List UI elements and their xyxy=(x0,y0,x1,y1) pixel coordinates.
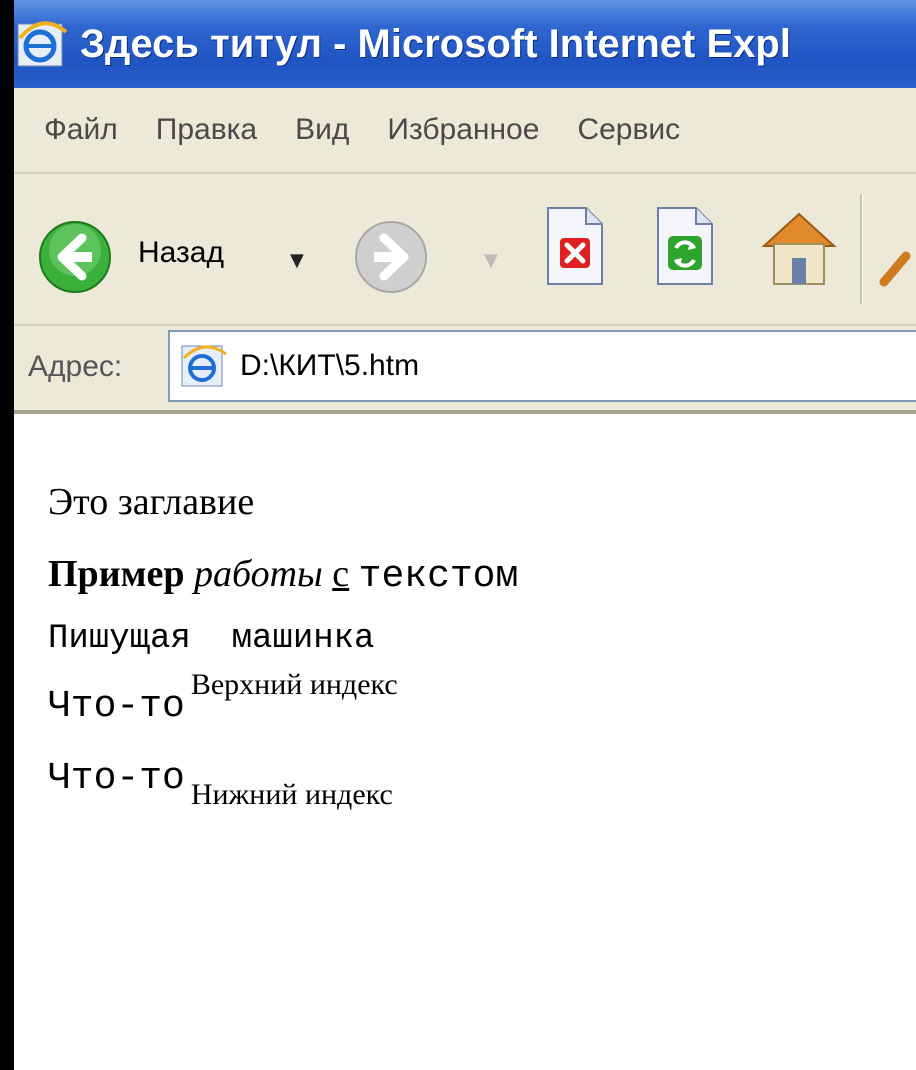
page-icon xyxy=(180,342,228,390)
internet-explorer-icon xyxy=(16,18,68,70)
superscript-text: Верхний индекс xyxy=(190,668,398,701)
superscript-line: Что-тоВерхний индекс xyxy=(48,668,398,728)
window-title: Здесь титул - Microsoft Internet Expl xyxy=(80,21,791,66)
menu-bar: Файл Правка Вид Избранное Сервис xyxy=(14,88,916,174)
forward-icon[interactable] xyxy=(354,220,428,294)
monospace-text: текстом xyxy=(358,555,519,598)
stop-icon[interactable] xyxy=(544,204,606,288)
subscript-text: Нижний индекс xyxy=(190,778,393,811)
menu-favorites[interactable]: Избранное xyxy=(387,113,539,147)
toolbar: Назад ▼ ▼ xyxy=(14,174,916,326)
address-label: Адрес: xyxy=(28,350,123,383)
address-field[interactable]: D:\КИТ\5.htm xyxy=(168,330,916,402)
formatted-text-line: Пример работы с текстом xyxy=(48,552,518,598)
back-button-label[interactable]: Назад xyxy=(138,236,224,270)
sup-base-text: Что-то xyxy=(48,685,185,728)
subscript-line: Что-то Нижний индекс xyxy=(48,754,393,811)
sub-base-text: Что-то xyxy=(48,757,185,800)
underline-text: с xyxy=(332,553,350,595)
menu-edit[interactable]: Правка xyxy=(156,113,257,147)
bold-text: Пример xyxy=(48,553,185,595)
typewriter-text: Пишущая машинка xyxy=(48,620,375,658)
menu-view[interactable]: Вид xyxy=(295,113,349,147)
home-icon[interactable] xyxy=(754,202,844,292)
browser-window: Здесь титул - Microsoft Internet Expl Фа… xyxy=(14,0,916,1070)
address-value[interactable]: D:\КИТ\5.htm xyxy=(240,349,419,383)
title-bar[interactable]: Здесь титул - Microsoft Internet Expl xyxy=(14,0,916,88)
menu-tools[interactable]: Сервис xyxy=(577,113,680,147)
toolbar-separator xyxy=(860,194,863,304)
back-icon[interactable] xyxy=(38,220,112,294)
search-icon[interactable] xyxy=(876,210,916,290)
menu-file[interactable]: Файл xyxy=(44,113,118,147)
page-heading: Это заглавие xyxy=(48,481,255,523)
page-content: Это заглавие Пример работы с текстом Пиш… xyxy=(14,414,916,1070)
italic-text: работы xyxy=(193,553,323,595)
refresh-icon[interactable] xyxy=(654,204,716,288)
address-bar: Адрес: D:\КИТ\5.htm xyxy=(14,326,916,414)
back-dropdown-icon[interactable]: ▼ xyxy=(290,250,304,271)
forward-dropdown-icon[interactable]: ▼ xyxy=(484,250,498,271)
